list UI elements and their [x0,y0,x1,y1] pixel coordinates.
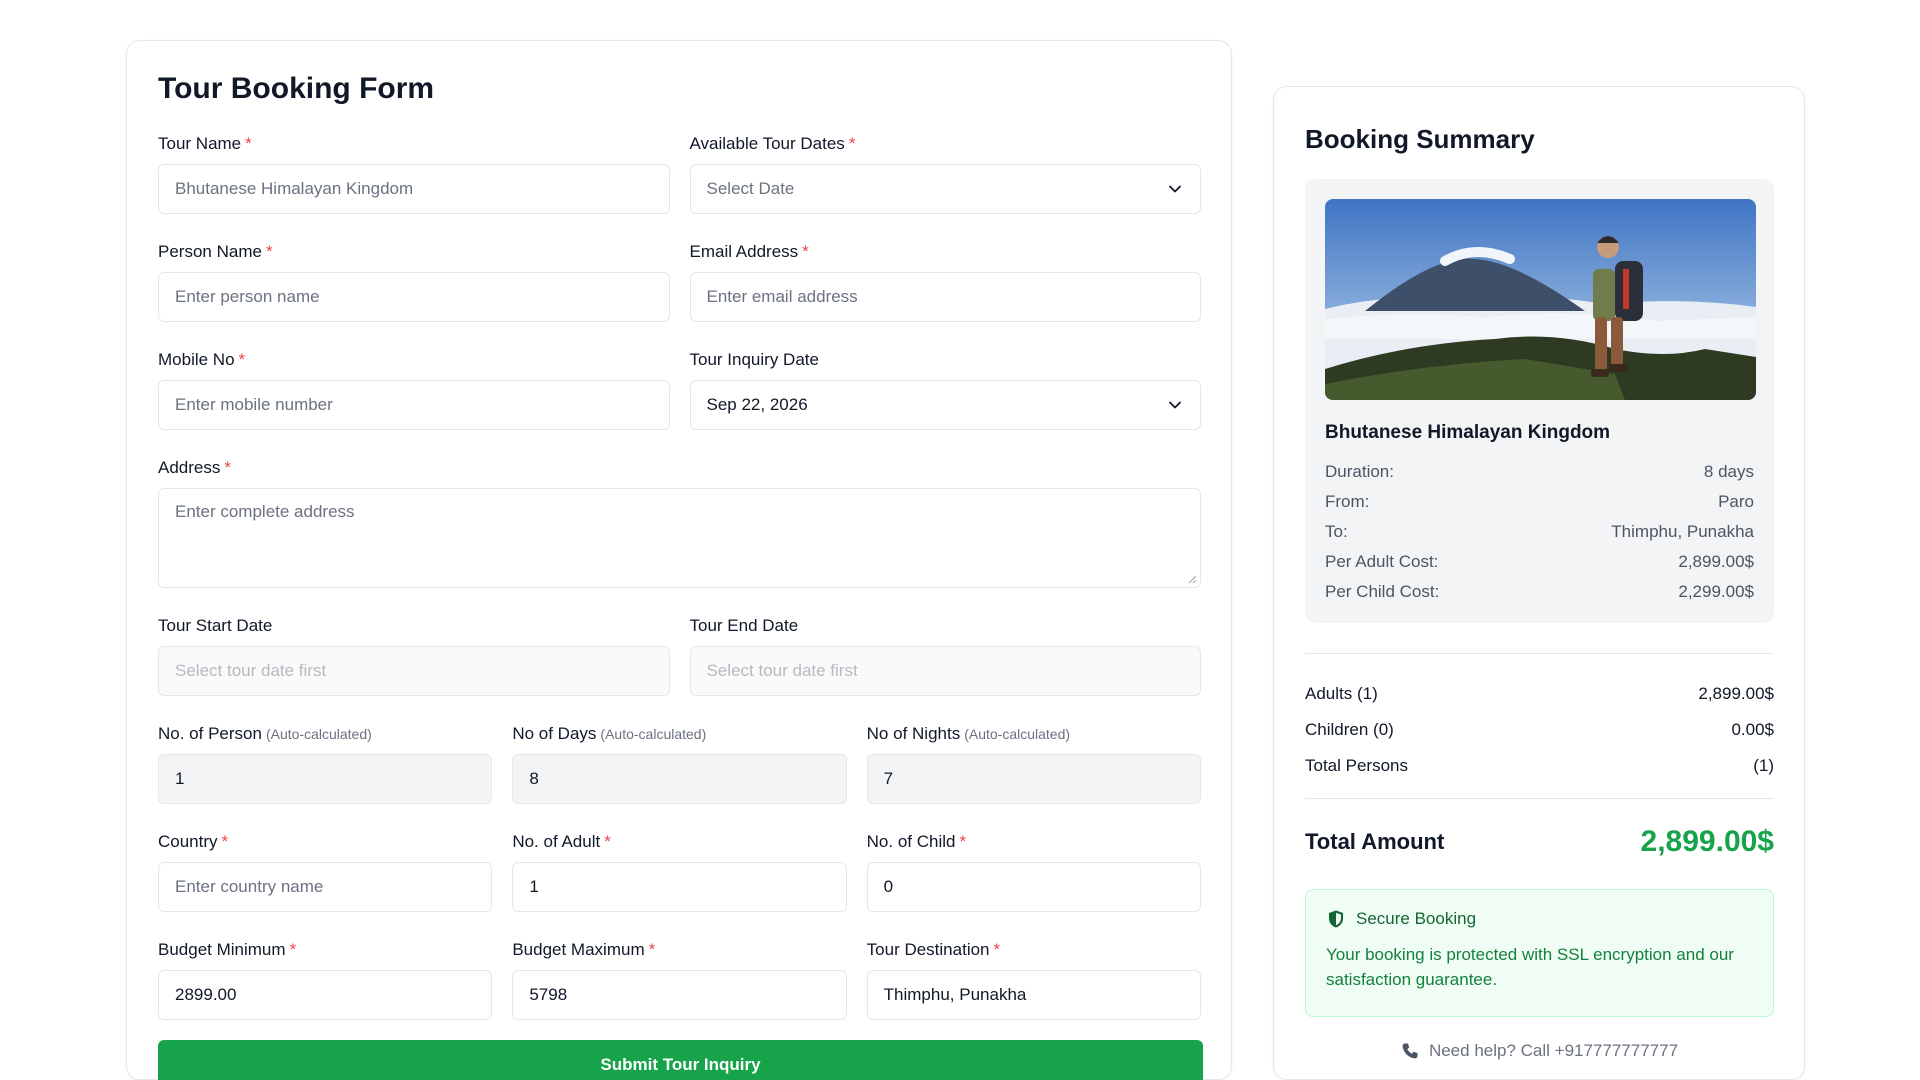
form-title: Tour Booking Form [158,72,435,105]
divider [1305,653,1774,654]
summary-tour-name: Bhutanese Himalayan Kingdom [1325,422,1611,443]
person-name-input[interactable]: Enter person name [158,272,670,322]
secure-title: Secure Booking [1356,909,1477,928]
help-text[interactable]: Need help? Call +917777777777 [1429,1041,1678,1061]
total-row-persons: Total Persons (1) [1305,756,1774,775]
total-row-adults: Adults (1) 2,899.00$ [1305,684,1774,703]
end-date-input[interactable]: Select tour date first [689,646,1201,696]
email-label: Email Address * [689,242,809,261]
num-person-input: 1 [158,754,493,804]
detail-row: Per Adult Cost: 2,899.00$ [1325,552,1754,571]
booking-summary: Booking Summary Bhutanese Himalayan King… [1273,86,1805,1080]
email-input[interactable]: Enter email address [689,272,1201,322]
num-nights-input: 7 [866,754,1201,804]
resize-handle-icon[interactable] [1188,575,1197,584]
tour-info-box: Bhutanese Himalayan Kingdom Duration: 8 d… [1305,179,1774,623]
shield-icon [1329,910,1343,928]
budget-max-label: Budget Maximum * [512,940,656,959]
num-adult-input[interactable]: 1 [512,862,847,912]
mobile-label: Mobile No * [158,350,246,369]
tour-name-input[interactable]: Bhutanese Himalayan Kingdom [158,164,670,214]
total-amount-value: 2,899.00$ [1640,825,1774,858]
inquiry-date-label: Tour Inquiry Date [689,350,819,369]
detail-row: Per Child Cost: 2,299.00$ [1325,582,1754,601]
total-row-children: Children (0) 0.00$ [1305,720,1774,739]
total-amount: Total Amount 2,899.00$ [1305,817,1774,867]
detail-row: Duration: 8 days [1325,462,1754,481]
tour-dates-label: Available Tour Dates * [689,134,856,153]
budget-min-input[interactable]: 2899.00 [158,970,493,1020]
start-date-input[interactable]: Select tour date first [158,646,670,696]
chevron-down-icon [1169,185,1181,193]
person-name-label: Person Name * [158,242,273,261]
tour-name-label: Tour Name * [158,134,252,153]
summary-title: Booking Summary [1305,124,1535,154]
num-adult-label: No. of Adult * [512,832,611,851]
tour-dates-select[interactable]: Select Date [689,164,1201,214]
num-child-input[interactable]: 0 [866,862,1201,912]
budget-max-input[interactable]: 5798 [512,970,847,1020]
detail-row: To: Thimphu, Punakha [1325,522,1754,541]
tour-image [1325,199,1756,400]
secure-text: Your booking is protected with SSL encry… [1326,945,1734,989]
end-date-label: Tour End Date [689,616,799,635]
chevron-down-icon [1169,401,1181,409]
total-amount-label: Total Amount [1305,829,1445,854]
num-nights-label: No of Nights (Auto-calculated) [866,724,1071,743]
country-input[interactable]: Enter country name [158,862,493,912]
mobile-input[interactable]: Enter mobile number [158,380,670,430]
start-date-label: Tour Start Date [158,616,273,635]
num-child-label: No. of Child * [866,832,967,851]
phone-icon [1402,1043,1418,1059]
address-textarea[interactable]: Enter complete address [158,488,1201,588]
num-days-input: 8 [512,754,847,804]
budget-min-label: Budget Minimum * [158,940,297,959]
num-person-label: No. of Person (Auto-calculated) [158,724,372,743]
tour-booking-form: Tour Booking Form Tour Name * Bhutanese H… [126,40,1232,1080]
destination-input[interactable]: Thimphu, Punakha [866,970,1201,1020]
num-days-label: No of Days (Auto-calculated) [512,724,707,743]
destination-label: Tour Destination * [866,940,1001,959]
country-label: Country * [158,832,229,851]
address-label: Address * [158,458,231,477]
divider [1305,798,1774,799]
secure-booking-notice: Secure Booking Your booking is protected… [1305,889,1774,1017]
detail-row: From: Paro [1325,492,1754,511]
inquiry-date-select[interactable]: Sep 22, 2026 [689,380,1201,430]
help-line: Need help? Call +917777777777 [1305,1039,1774,1063]
